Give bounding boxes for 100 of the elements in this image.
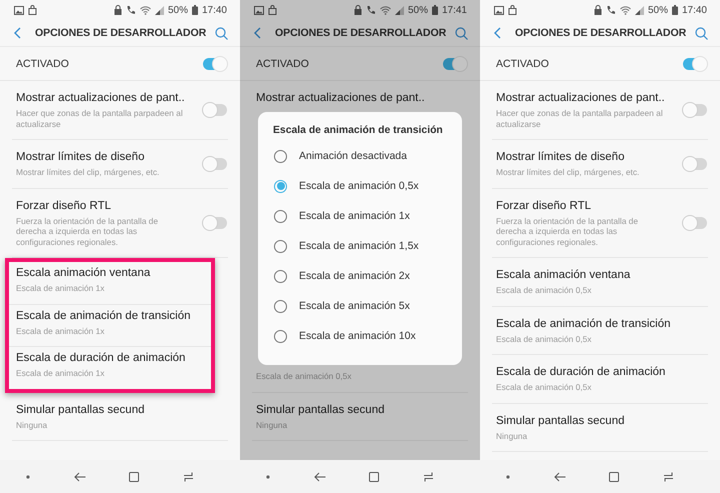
screen-title: OPCIONES DE DESARROLLADOR (515, 27, 688, 39)
back-icon[interactable] (254, 27, 261, 39)
setting-title[interactable]: Escala de duración de animación (16, 351, 211, 365)
signal-icon (394, 6, 404, 14)
toggle-switch[interactable] (682, 56, 708, 72)
recent-apps-icon[interactable] (183, 472, 194, 482)
toggle-switch[interactable] (202, 214, 228, 231)
setting-description: Escala de animación 0,5x (496, 285, 592, 296)
phone-icon (366, 5, 376, 15)
bag-icon (508, 5, 517, 15)
battery-icon (432, 5, 438, 15)
setting-title[interactable]: Escala animación ventana (496, 268, 708, 282)
setting-title[interactable]: Mostrar límites de diseño (496, 150, 682, 164)
toggle-switch[interactable] (442, 56, 468, 72)
wifi-icon (620, 6, 631, 14)
wifi-icon (380, 6, 391, 14)
setting-description: Escala de animación 1x (16, 368, 106, 378)
setting-title[interactable]: Simular pantallas secund (256, 402, 468, 416)
battery-level: 50% (648, 4, 668, 16)
image-icon (14, 6, 24, 14)
setting-title[interactable]: Escala de animación de transición (16, 308, 211, 322)
battery-level: 50% (408, 4, 428, 16)
back-icon[interactable] (554, 472, 566, 482)
lock-icon (114, 5, 122, 15)
radio-option[interactable]: Escala de animación 1x (258, 201, 462, 231)
home-icon[interactable] (609, 472, 620, 482)
setting-title[interactable]: Escala de duración de animación (496, 365, 708, 379)
back-icon[interactable] (314, 472, 326, 482)
screen-title: OPCIONES DE DESARROLLADOR (275, 27, 448, 39)
setting-description: Hacer que zonas de la pantalla parpadeen al actualizarse (496, 108, 664, 129)
lock-icon (354, 5, 362, 15)
radio-button[interactable] (274, 330, 287, 342)
radio-option[interactable]: Escala de animación 5x (258, 291, 462, 321)
back-icon[interactable] (74, 472, 86, 482)
setting-description: Ninguna (496, 430, 528, 441)
toggle-switch[interactable] (682, 214, 708, 231)
clock: 17:40 (202, 4, 227, 16)
toggle-switch[interactable] (202, 56, 228, 72)
back-icon[interactable] (494, 27, 501, 39)
recent-apps-icon[interactable] (663, 472, 674, 482)
search-icon[interactable] (215, 26, 228, 40)
setting-title[interactable]: Forzar diseño RTL (16, 198, 202, 212)
toggle-switch[interactable] (202, 156, 228, 172)
setting-description: Escala de animación 0,5x (496, 334, 592, 344)
wifi-icon (140, 6, 151, 14)
dot-icon[interactable] (266, 474, 270, 478)
bag-icon (28, 5, 37, 15)
back-icon[interactable] (14, 27, 21, 39)
screen-title: OPCIONES DE DESARROLLADOR (35, 27, 208, 39)
toggle-switch[interactable] (202, 102, 228, 118)
setting-title[interactable]: Escala animación ventana (16, 266, 211, 280)
setting-description: Escala de animación 0,5x (496, 382, 592, 392)
setting-title[interactable]: Escala de animación de transición (496, 316, 708, 330)
search-icon[interactable] (695, 26, 708, 40)
setting-description: Ninguna (256, 420, 288, 430)
setting-description: Ninguna (16, 420, 48, 430)
radio-option[interactable]: Escala de animación 10x (258, 321, 462, 351)
setting-title[interactable]: Simular pantallas secund (496, 414, 708, 428)
radio-option[interactable]: Escala de animación 2x (258, 261, 462, 291)
clock: 17:40 (682, 4, 707, 16)
dot-icon[interactable] (26, 474, 30, 478)
radio-option[interactable]: Escala de animación 1,5x (258, 231, 462, 261)
setting-description: Mostrar límites del clip, márgenes, etc. (496, 167, 640, 178)
setting-title[interactable]: Mostrar actualizaciones de pant.. (256, 91, 468, 105)
battery-icon (192, 5, 198, 15)
radio-button[interactable] (274, 270, 287, 282)
setting-label: ACTIVADO (16, 58, 70, 70)
battery-level: 50% (168, 4, 188, 16)
radio-button[interactable] (274, 210, 287, 222)
recent-apps-icon[interactable] (423, 472, 434, 482)
dialog-title: Escala de animación de transición (272, 125, 444, 136)
setting-description: Hacer que zonas de la pantalla parpadeen al actualizarse (16, 108, 184, 129)
setting-description: Escala de animación 1x (16, 326, 106, 336)
radio-button[interactable] (274, 150, 287, 162)
home-icon[interactable] (369, 472, 380, 482)
phone-icon (606, 5, 616, 15)
setting-label: ACTIVADO (256, 58, 310, 70)
setting-title[interactable]: Simular pantallas secund (16, 402, 228, 416)
setting-description: Fuerza la orientación de la pantalla de derecha a izquierda en todas las configuraciones regionales. (16, 216, 160, 247)
radio-button[interactable] (274, 240, 287, 252)
setting-title[interactable]: Forzar diseño RTL (496, 198, 682, 212)
image-icon (254, 6, 264, 14)
dot-icon[interactable] (506, 474, 510, 478)
setting-description: Escala de animación 1x (16, 283, 106, 294)
signal-icon (154, 6, 164, 14)
setting-title[interactable]: Mostrar actualizaciones de pant.. (496, 91, 682, 105)
setting-title[interactable]: Mostrar límites de diseño (16, 150, 202, 164)
radio-option[interactable]: Animación desactivada (258, 141, 462, 171)
toggle-switch[interactable] (682, 102, 708, 118)
clock: 17:41 (442, 4, 467, 16)
setting-description: Escala de animación 0,5x (256, 371, 352, 382)
radio-button[interactable] (274, 180, 287, 192)
setting-description: Fuerza la orientación de la pantalla de derecha a izquierda en todas las configuraciones regionales. (496, 216, 640, 247)
search-icon[interactable] (455, 26, 468, 40)
toggle-switch[interactable] (682, 156, 708, 172)
setting-label: ACTIVADO (496, 58, 550, 70)
home-icon[interactable] (129, 472, 140, 482)
setting-title[interactable]: Mostrar actualizaciones de pant.. (16, 91, 202, 105)
radio-option[interactable]: Escala de animación 0,5x (258, 171, 462, 201)
radio-button[interactable] (274, 300, 287, 312)
